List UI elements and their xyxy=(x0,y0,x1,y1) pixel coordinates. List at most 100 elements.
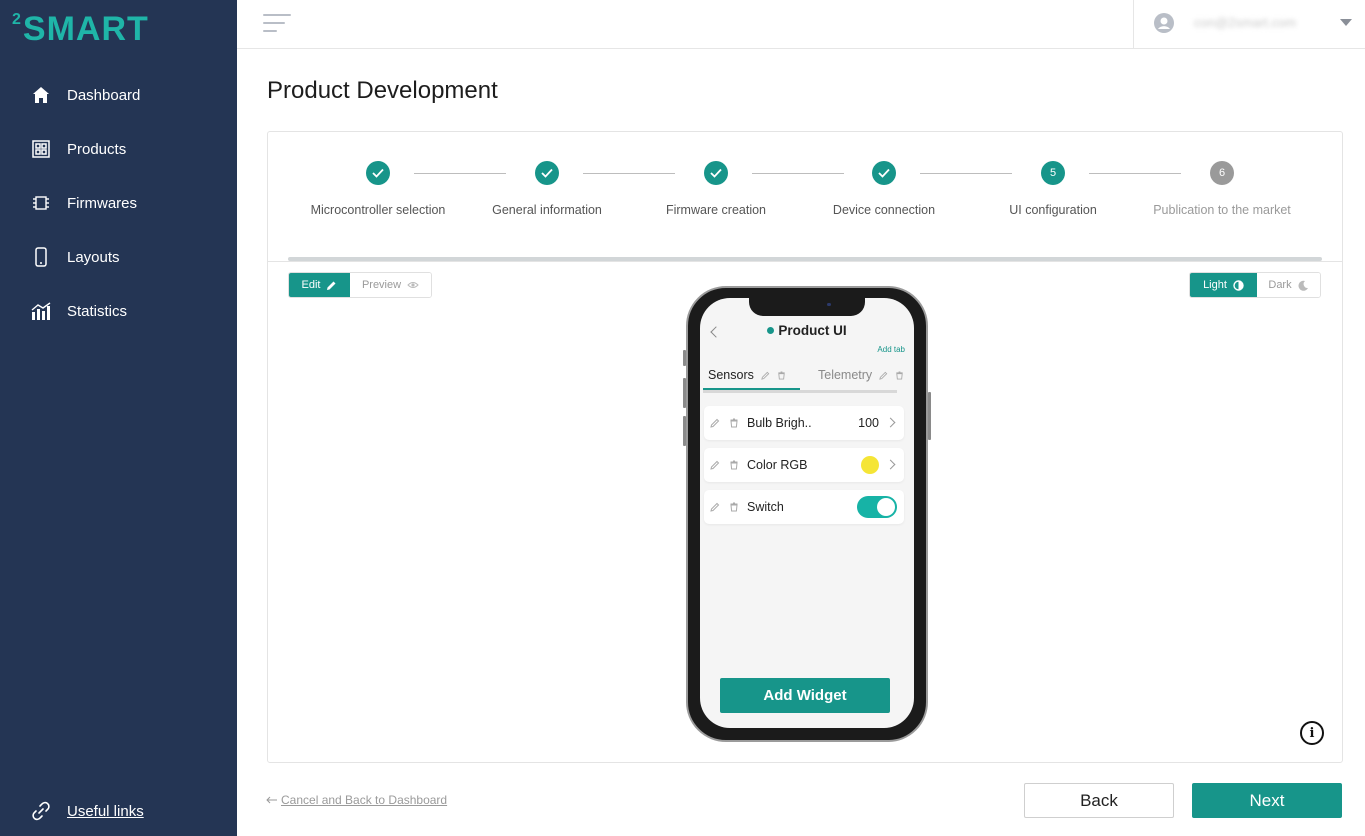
step-label: Device connection xyxy=(832,203,936,217)
trash-icon[interactable] xyxy=(729,502,739,512)
widget-switch[interactable]: Switch xyxy=(704,490,904,524)
pencil-icon[interactable] xyxy=(710,460,720,470)
tab-active-indicator xyxy=(703,388,800,390)
info-icon[interactable]: i xyxy=(1300,721,1324,745)
dark-theme-label: Dark xyxy=(1268,279,1292,291)
status-dot-icon xyxy=(767,327,775,334)
phone-side-button xyxy=(683,378,686,408)
phone-title-text: Product UI xyxy=(778,323,847,338)
step-2-done-icon xyxy=(535,161,559,185)
sidebar-item-label: Products xyxy=(67,140,127,158)
edit-preview-toggle: Edit Preview xyxy=(288,272,432,298)
tab-telemetry[interactable]: Telemetry xyxy=(818,368,904,382)
brand-logo-text: SMART xyxy=(22,10,149,48)
step-connector xyxy=(752,173,844,174)
sidebar-item-dashboard[interactable]: Dashboard xyxy=(0,75,237,115)
eye-icon xyxy=(407,282,419,288)
chevron-down-icon xyxy=(1340,19,1352,26)
page-title: Product Development xyxy=(267,77,498,104)
color-swatch xyxy=(861,456,879,474)
useful-links[interactable]: Useful links xyxy=(0,794,237,828)
theme-toggle: Light Dark xyxy=(1189,272,1321,298)
light-theme-label: Light xyxy=(1203,279,1227,291)
sidebar-item-layouts[interactable]: Layouts xyxy=(0,237,237,277)
phone-title: Product UI xyxy=(700,323,914,338)
phone-icon xyxy=(31,247,51,267)
trash-icon[interactable] xyxy=(777,370,786,380)
phone-side-button xyxy=(928,392,931,440)
toggle-knob xyxy=(877,498,895,516)
add-tab-link[interactable]: Add tab xyxy=(877,345,905,354)
preview-button-label: Preview xyxy=(361,279,402,291)
menu-toggle-icon[interactable] xyxy=(263,14,291,34)
light-theme-button[interactable]: Light xyxy=(1190,273,1257,297)
arrow-left-icon xyxy=(266,796,277,804)
chevron-right-icon xyxy=(885,417,896,428)
step-connector xyxy=(414,173,506,174)
back-button[interactable]: Back xyxy=(1024,783,1174,818)
phone-notch xyxy=(749,298,865,316)
trash-icon[interactable] xyxy=(729,418,739,428)
preview-button[interactable]: Preview xyxy=(350,273,431,297)
cancel-link-label: Cancel and Back to Dashboard xyxy=(281,793,448,807)
step-3-done-icon xyxy=(704,161,728,185)
step-label: General information xyxy=(492,203,602,217)
sidebar: 2 SMART Dashboard Products Firmwares Lay… xyxy=(0,0,237,836)
brand-logo-sup: 2 xyxy=(12,11,21,28)
step-label: UI configuration xyxy=(1009,203,1097,217)
phone-side-button xyxy=(683,416,686,446)
switch-toggle[interactable] xyxy=(857,496,897,518)
link-icon xyxy=(31,801,51,821)
step-label: Publication to the market xyxy=(1153,203,1291,217)
sidebar-item-label: Statistics xyxy=(67,302,128,320)
user-email: con@2smart.com xyxy=(1194,15,1297,30)
widget-label: Switch xyxy=(747,500,784,514)
next-button[interactable]: Next xyxy=(1192,783,1342,818)
sidebar-item-label: Dashboard xyxy=(67,86,141,104)
statistics-icon xyxy=(31,301,51,321)
products-icon xyxy=(31,139,51,159)
step-connector xyxy=(1089,173,1181,174)
sidebar-item-label: Layouts xyxy=(67,248,120,266)
top-bar: con@2smart.com xyxy=(237,0,1365,49)
step-label: Microcontroller selection xyxy=(310,203,446,217)
contrast-icon xyxy=(1233,279,1244,291)
moon-icon xyxy=(1298,280,1308,291)
step-4-done-icon xyxy=(872,161,896,185)
cancel-link[interactable]: Cancel and Back to Dashboard xyxy=(266,793,447,807)
step-6-number: 6 xyxy=(1210,161,1234,185)
step-1-done-icon xyxy=(366,161,390,185)
tab-sensors[interactable]: Sensors xyxy=(708,368,786,382)
phone-screen: Product UI Add tab Sensors Telemetry Bul… xyxy=(700,298,914,728)
sidebar-item-label: Firmwares xyxy=(67,194,137,212)
brand-logo[interactable]: 2 SMART xyxy=(12,10,149,48)
pencil-icon[interactable] xyxy=(879,371,888,380)
sidebar-item-statistics[interactable]: Statistics xyxy=(0,291,237,331)
sidebar-item-firmwares[interactable]: Firmwares xyxy=(0,183,237,223)
pencil-icon[interactable] xyxy=(710,418,720,428)
widget-color-rgb[interactable]: Color RGB xyxy=(704,448,904,482)
pencil-icon[interactable] xyxy=(710,502,720,512)
step-label: Firmware creation xyxy=(665,203,767,217)
dark-theme-button[interactable]: Dark xyxy=(1257,273,1320,297)
step-connector xyxy=(920,173,1012,174)
step-connector xyxy=(583,173,675,174)
trash-icon[interactable] xyxy=(729,460,739,470)
edit-button-label: Edit xyxy=(301,279,321,291)
phone-side-button xyxy=(683,350,686,366)
sidebar-item-products[interactable]: Products xyxy=(0,129,237,169)
trash-icon[interactable] xyxy=(895,370,904,380)
widget-value: 100 xyxy=(858,416,879,430)
home-icon xyxy=(31,85,51,105)
widget-bulb-brightness[interactable]: Bulb Brigh.. 100 xyxy=(704,406,904,440)
widget-label: Color RGB xyxy=(747,458,808,472)
useful-links-label: Useful links xyxy=(67,802,144,820)
chip-icon xyxy=(31,193,51,213)
add-widget-button[interactable]: Add Widget xyxy=(720,678,890,713)
edit-button[interactable]: Edit xyxy=(289,273,350,297)
user-menu[interactable]: con@2smart.com xyxy=(1133,0,1365,48)
pencil-icon[interactable] xyxy=(761,371,770,380)
chevron-right-icon xyxy=(885,459,896,470)
divider xyxy=(268,261,1342,262)
step-5-number: 5 xyxy=(1041,161,1065,185)
